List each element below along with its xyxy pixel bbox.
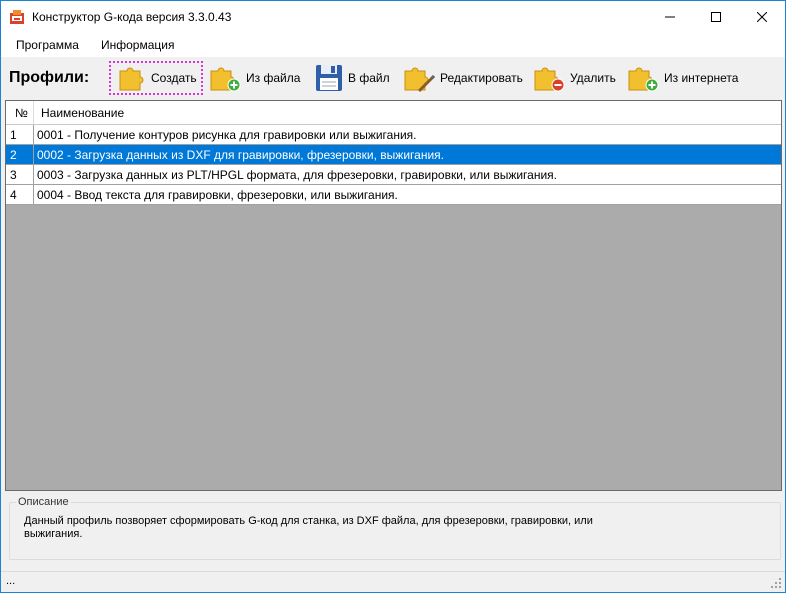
puzzle-add-icon <box>628 67 659 92</box>
title-bar[interactable]: Конструктор G-кода версия 3.3.0.43 <box>1 1 785 32</box>
main-window: Конструктор G-кода версия 3.3.0.43 Прогр… <box>0 0 786 593</box>
delete-button-label: Удалить <box>570 71 616 85</box>
floppy-disk-icon <box>316 65 342 91</box>
resize-grip-icon[interactable] <box>770 577 782 589</box>
column-header-number[interactable]: № <box>6 101 34 124</box>
row-name: 0001 - Получение контуров рисунка для гр… <box>37 128 417 142</box>
from-internet-button[interactable]: Из интернета <box>627 61 738 95</box>
minimize-icon <box>665 16 675 17</box>
row-name: 0004 - Ввод текста для гравировки, фрезе… <box>37 188 398 202</box>
maximize-icon <box>711 11 721 22</box>
table-row-selected[interactable]: 2 0002 - Загрузка данных из DXF для грав… <box>6 145 781 165</box>
row-name: 0003 - Загрузка данных из PLT/HPGL форма… <box>37 168 557 182</box>
delete-button[interactable]: Удалить <box>533 61 616 95</box>
table-row[interactable]: 3 0003 - Загрузка данных из PLT/HPGL фор… <box>6 165 781 185</box>
puzzle-remove-icon <box>534 67 565 92</box>
close-icon <box>757 11 767 22</box>
menu-information[interactable]: Информация <box>101 38 174 52</box>
create-button[interactable]: Создать <box>109 61 203 95</box>
menu-program[interactable]: Программа <box>16 38 79 52</box>
description-legend: Описание <box>16 496 71 508</box>
grid-header: № Наименование <box>6 101 781 125</box>
to-file-button-label: В файл <box>348 71 390 85</box>
from-file-button[interactable]: Из файла <box>209 61 300 95</box>
close-button[interactable] <box>739 1 785 32</box>
profiles-grid[interactable]: № Наименование 1 0001 - Получение контур… <box>5 100 782 491</box>
table-row[interactable]: 4 0004 - Ввод текста для гравировки, фре… <box>6 185 781 205</box>
row-number: 4 <box>6 185 34 204</box>
status-bar: ... <box>1 571 785 592</box>
menu-bar: Программа Информация <box>1 32 785 57</box>
edit-button[interactable]: Редактировать <box>403 61 523 95</box>
app-icon <box>10 10 24 24</box>
create-button-label: Создать <box>151 71 197 85</box>
table-row[interactable]: 1 0001 - Получение контуров рисунка для … <box>6 125 781 145</box>
row-number: 3 <box>6 165 34 184</box>
maximize-button[interactable] <box>693 1 739 32</box>
minimize-button[interactable] <box>647 1 693 32</box>
puzzle-edit-icon <box>404 67 436 93</box>
profiles-toolbar: Профили: Создать Из файла В файл Редакти… <box>1 57 785 99</box>
from-internet-button-label: Из интернета <box>664 71 739 85</box>
profiles-label: Профили: <box>9 69 90 86</box>
column-header-name[interactable]: Наименование <box>34 101 124 124</box>
row-number: 2 <box>6 145 34 164</box>
edit-button-label: Редактировать <box>440 71 523 85</box>
status-text: ... <box>6 575 16 587</box>
row-name: 0002 - Загрузка данных из DXF для гравир… <box>37 148 444 162</box>
window-title: Конструктор G-кода версия 3.3.0.43 <box>32 10 232 24</box>
row-number: 1 <box>6 125 34 144</box>
puzzle-icon <box>119 67 144 91</box>
from-file-button-label: Из файла <box>246 71 301 85</box>
puzzle-add-icon <box>210 67 241 92</box>
to-file-button[interactable]: В файл <box>313 61 390 95</box>
description-group: Описание Данный профиль позворяет сформи… <box>9 496 781 560</box>
description-text: Данный профиль позворяет сформировать G-… <box>24 515 593 540</box>
